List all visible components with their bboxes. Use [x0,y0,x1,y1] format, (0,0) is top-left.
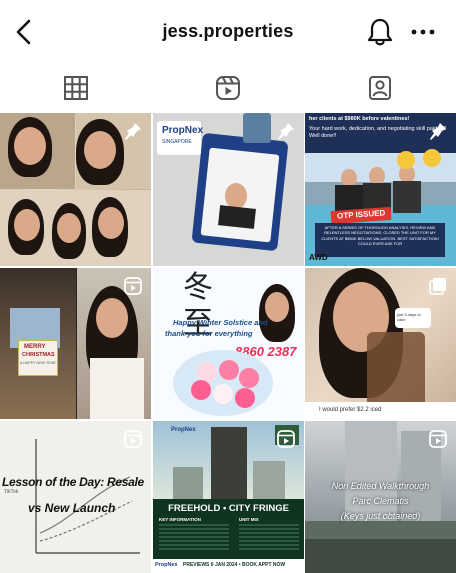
post-text: her clients at $980K before valentines! [309,116,410,122]
posts-grid: PropNex SINGAPORE her clients at $980K b… [0,113,456,573]
post-text: Happy Winter Solstice and [173,318,268,327]
post-text: PropNex [155,562,178,568]
post-thumbnail[interactable]: PropNex SINGAPORE [153,113,304,266]
post-text: AFTER A SERIES OF THOROUGH ANALYSIS, REV… [321,225,439,247]
post-text: PropNex [162,125,204,136]
post-text: SINGAPORE [162,139,192,145]
post-thumbnail[interactable] [0,113,151,266]
reels-tab[interactable] [152,64,304,112]
post-text: Non Edited Walkthrough [331,481,430,491]
grid-tab[interactable] [0,64,152,112]
notification-bell-icon[interactable] [366,17,394,47]
post-text: Parc Clematis [352,496,409,506]
post-text: AWD [309,253,328,262]
pin-icon [125,123,141,140]
post-thumbnail[interactable]: PropNex FREEHOLD • CITY FRINGE KEY INFOR… [153,421,304,573]
post-text: TikTok [4,489,19,495]
post-text: vs New Launch [28,501,116,515]
multi-post-icon [429,278,446,295]
pin-icon [430,123,446,140]
post-text: PropNex [171,427,196,433]
post-text: KEY INFORMATION [159,517,201,522]
post-thumbnail[interactable]: MERRY CHRISTMAS & HAPPY NEW YEAR [0,268,151,419]
post-text: just 3 days of cake [397,312,421,322]
post-text: thank you for everything [165,329,253,338]
reel-icon [277,430,295,448]
post-text: & HAPPY NEW YEAR [20,361,56,365]
profile-tabs [0,64,456,112]
post-text: FREEHOLD • CITY FRINGE [168,503,289,514]
grid-icon [64,76,88,100]
post-thumbnail[interactable]: just 3 days of cake I would prefer $2.2 … [305,268,456,419]
post-text: I would prefer $2.2 iced [319,407,382,413]
reel-icon [124,277,142,295]
post-text: CHRISTMAS [22,352,55,358]
pin-icon [278,123,294,140]
tagged-tab[interactable] [304,64,456,112]
reel-icon [124,430,142,448]
reels-icon [216,76,240,100]
post-text: MERRY [24,344,46,350]
post-thumbnail[interactable]: her clients at $980K before valentines! … [305,113,456,266]
post-text: (Keys just obtained) [340,511,421,521]
post-text: Lesson of the Day: Resale [2,475,144,489]
post-thumbnail[interactable]: 冬至 Happy Winter Solstice and thank you f… [153,268,304,419]
post-text: PREVIEWS 6 JAN 2024 • BOOK APPT NOW [183,562,286,568]
more-options-icon[interactable] [410,20,436,44]
profile-header: jess.properties [0,0,456,64]
post-text: UNIT MIX [239,517,259,522]
post-thumbnail[interactable]: Lesson of the Day: Resale vs New Launch … [0,421,151,573]
post-thumbnail[interactable]: Non Edited Walkthrough Parc Clematis (Ke… [305,421,456,573]
reel-icon [429,430,447,448]
tagged-icon [369,76,391,100]
